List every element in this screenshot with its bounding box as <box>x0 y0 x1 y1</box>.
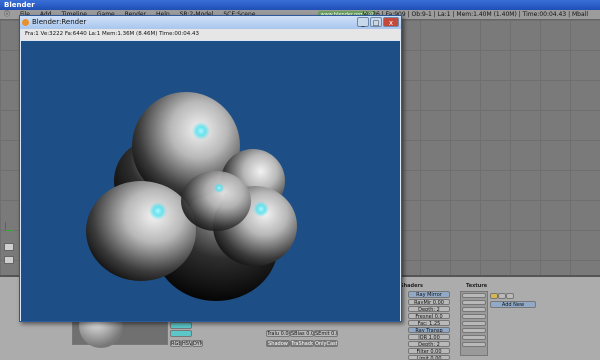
color-swatch-2[interactable] <box>170 330 192 337</box>
specular-top <box>192 122 210 140</box>
fresnel-field[interactable]: Fresnel 0.0 <box>408 313 450 319</box>
shaders-tab-title[interactable]: Shaders <box>400 283 423 289</box>
render-canvas[interactable] <box>21 41 400 321</box>
render-window-titlebar[interactable]: Blender:Render _ □ x <box>20 16 401 29</box>
color-swatch-1[interactable] <box>170 322 192 329</box>
tralu-field[interactable]: Tralu 0.00 <box>266 330 290 337</box>
onlycast-toggle[interactable]: OnlyCast <box>314 340 338 347</box>
mirror-depth-field[interactable]: Depth: 2 <box>408 306 450 312</box>
render-info-bar: Fra:1 Ve:3222 Fa:6440 La:1 Mem:1.36M (8.… <box>21 29 400 40</box>
rendered-metaballs <box>86 92 297 301</box>
maximize-button[interactable]: □ <box>370 17 382 27</box>
texture-channel-7[interactable] <box>462 335 486 340</box>
app-title: Blender <box>4 1 35 9</box>
ray-mirror-toggle[interactable]: Ray Mirror <box>408 291 450 298</box>
axis-icon <box>5 222 14 231</box>
metaball-center <box>181 171 251 231</box>
texture-channel-1[interactable] <box>462 293 486 298</box>
texture-channel-8[interactable] <box>462 342 486 347</box>
limit-field[interactable]: Limit 0.00 <box>408 355 450 360</box>
texture-channel-2[interactable] <box>462 300 486 305</box>
fac-field[interactable]: Fac: 1.25 <box>408 320 450 326</box>
view-mode-icon[interactable] <box>4 243 14 251</box>
tex-toggle-1[interactable] <box>490 293 498 299</box>
shadow-toggle[interactable]: Shadow <box>266 340 290 347</box>
tex-toggle-2[interactable] <box>498 293 506 299</box>
render-window[interactable]: Blender:Render _ □ x Fra:1 Ve:3222 Fa:6440… <box>19 15 402 322</box>
close-button[interactable]: x <box>383 17 399 27</box>
texture-channel-6[interactable] <box>462 328 486 333</box>
hsv-radio[interactable]: HSV <box>181 340 192 347</box>
view-layer-icon[interactable] <box>4 256 14 264</box>
transp-depth-field[interactable]: Depth: 2 <box>408 341 450 347</box>
specular-center <box>214 183 224 193</box>
trashadow-toggle[interactable]: TraShadow <box>290 340 314 347</box>
blender-icon <box>22 19 29 26</box>
specular-left <box>149 202 167 220</box>
texture-channel-5[interactable] <box>462 321 486 326</box>
semit-field[interactable]: SEmit 0.00 <box>314 330 338 337</box>
ray-transp-toggle[interactable]: Ray Transp <box>408 327 450 333</box>
sbias-field[interactable]: SBias 0.00 <box>290 330 314 337</box>
specular-right <box>253 201 269 217</box>
texture-channel-3[interactable] <box>462 307 486 312</box>
app-title-bar: Blender <box>0 0 600 10</box>
filter-field[interactable]: Filter 0.00 <box>408 348 450 354</box>
add-new-texture-button[interactable]: Add New <box>490 301 536 308</box>
texture-tab-title[interactable]: Texture <box>466 283 487 289</box>
tex-toggle-3[interactable] <box>506 293 514 299</box>
texture-channel-4[interactable] <box>462 314 486 319</box>
info-icon[interactable]: ⓘ <box>4 11 10 18</box>
metaball-left <box>86 181 196 281</box>
dyn-radio[interactable]: DYN <box>192 340 203 347</box>
ior-field[interactable]: IOR 1.00 <box>408 334 450 340</box>
minimize-button[interactable]: _ <box>357 17 369 27</box>
raymir-field[interactable]: RayMir 0.00 <box>408 299 450 305</box>
render-window-title: Blender:Render <box>32 18 87 26</box>
rgb-radio[interactable]: RGB <box>170 340 181 347</box>
